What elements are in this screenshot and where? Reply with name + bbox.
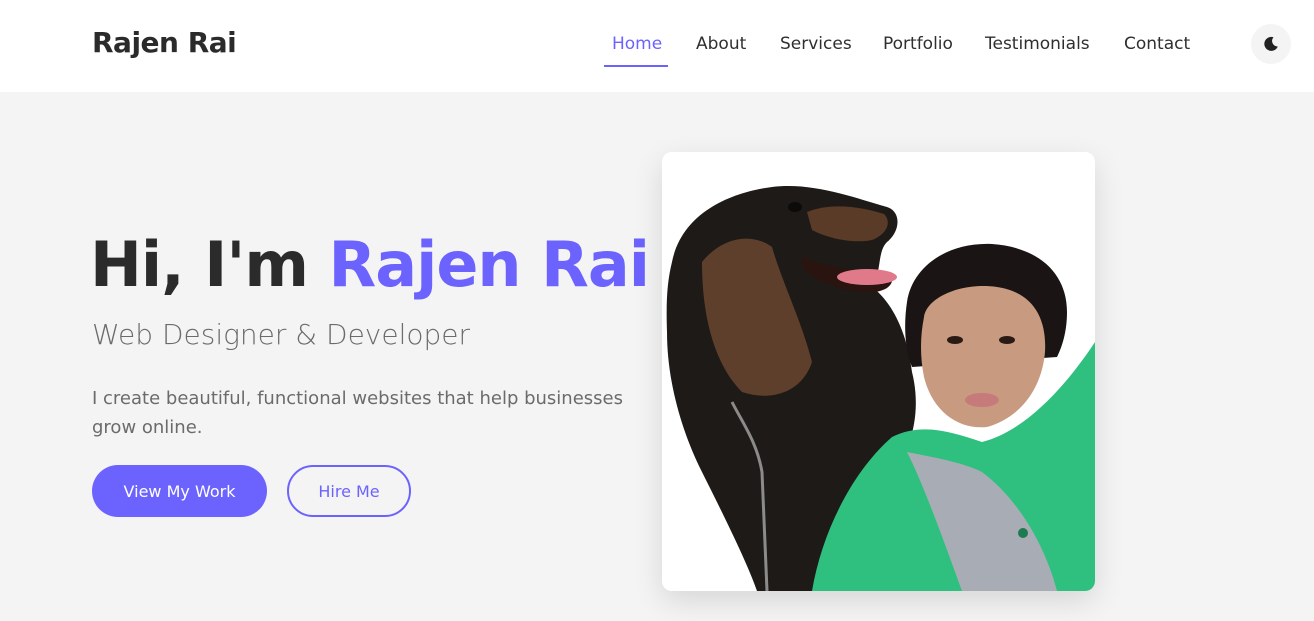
hero-title: Hi, I'm Rajen Rai bbox=[90, 228, 650, 301]
nav-services[interactable]: Services bbox=[780, 34, 852, 54]
site-logo[interactable]: Rajen Rai bbox=[92, 26, 237, 59]
nav-about[interactable]: About bbox=[696, 34, 746, 54]
site-header: Rajen Rai Home About Services Portfolio … bbox=[0, 0, 1314, 92]
view-my-work-button[interactable]: View My Work bbox=[92, 465, 267, 517]
hero-greeting: Hi, I'm bbox=[90, 228, 309, 301]
hero-name: Rajen Rai bbox=[328, 228, 650, 301]
nav-portfolio[interactable]: Portfolio bbox=[883, 34, 953, 54]
theme-toggle-button[interactable] bbox=[1251, 24, 1291, 64]
moon-icon bbox=[1264, 36, 1278, 51]
hire-me-button[interactable]: Hire Me bbox=[287, 465, 411, 517]
nav-testimonials[interactable]: Testimonials bbox=[985, 34, 1090, 54]
portrait-illustration bbox=[662, 152, 1095, 591]
hero-photo bbox=[662, 152, 1095, 591]
active-nav-indicator bbox=[604, 65, 668, 67]
hero-subtitle: Web Designer & Developer bbox=[92, 318, 471, 351]
hero-description: I create beautiful, functional websites … bbox=[92, 388, 623, 438]
nav-home[interactable]: Home bbox=[612, 34, 662, 54]
nav-contact[interactable]: Contact bbox=[1124, 34, 1190, 54]
